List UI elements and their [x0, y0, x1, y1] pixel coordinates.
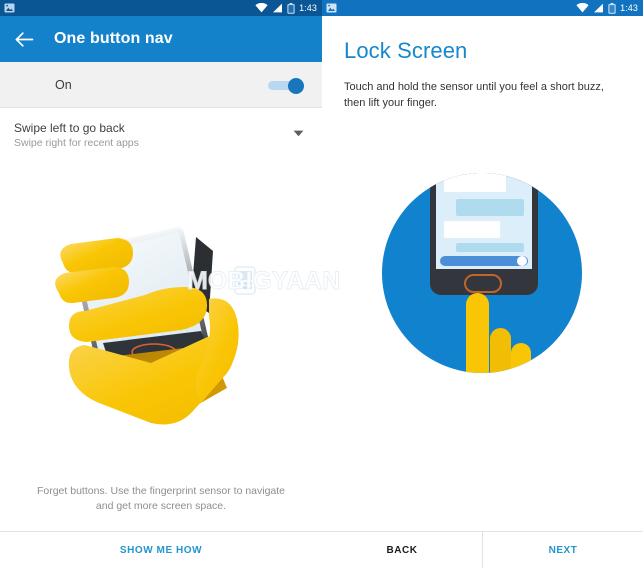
status-bar-system-icons-right: 1:43 [576, 2, 638, 14]
finger-touching-phone-home-button-illustration [322, 150, 643, 420]
signal-icon [272, 3, 283, 13]
show-me-how-button[interactable]: SHOW ME HOW [0, 532, 322, 568]
status-bar-left: 1:43 [0, 0, 322, 16]
status-bar-notifications-right [326, 3, 337, 13]
lock-screen-description: Touch and hold the sensor until you feel… [344, 81, 604, 109]
status-bar-clock: 1:43 [299, 2, 317, 13]
left-phone-screen: 1:43 One button nav On Swipe left to go … [0, 0, 322, 568]
chevron-down-icon[interactable] [293, 130, 304, 137]
swipe-option-subtitle: Swipe right for recent apps [14, 137, 139, 149]
back-button[interactable]: BACK [322, 532, 482, 568]
one-button-nav-toggle-row[interactable]: On [0, 62, 322, 108]
photo-icon [4, 3, 15, 13]
wifi-icon [255, 2, 268, 13]
app-bar: One button nav [0, 16, 322, 62]
right-phone-screen: 1:43 Lock Screen Touch and hold the sens… [322, 0, 643, 568]
right-bottom-bar: BACK NEXT [322, 531, 643, 568]
arrow-left-icon[interactable] [15, 31, 34, 47]
swipe-option-title: Swipe left to go back [14, 121, 125, 135]
left-bottom-bar: SHOW ME HOW [0, 531, 322, 568]
left-caption: Forget buttons. Use the fingerprint sens… [36, 485, 286, 513]
one-button-nav-switch[interactable] [268, 77, 304, 94]
signal-icon [593, 3, 604, 13]
status-bar-clock: 1:43 [620, 2, 638, 13]
lock-screen-title: Lock Screen [344, 38, 468, 63]
swipe-option-texts: Swipe left to go back Swipe right for re… [14, 121, 139, 149]
next-button[interactable]: NEXT [483, 532, 643, 568]
hand-holding-phone-illustration [0, 175, 322, 475]
status-bar-notifications [4, 3, 15, 13]
battery-icon [608, 2, 616, 14]
lock-screen-intro: Lock Screen Touch and hold the sensor un… [322, 16, 643, 112]
page-title: One button nav [54, 30, 173, 47]
photo-icon [326, 3, 337, 13]
swipe-option-row[interactable]: Swipe left to go back Swipe right for re… [0, 108, 322, 161]
status-bar-system-icons: 1:43 [255, 2, 317, 14]
status-bar-right: 1:43 [322, 0, 643, 16]
dual-screenshot-container: 1:43 One button nav On Swipe left to go … [0, 0, 643, 568]
toggle-label: On [55, 77, 72, 92]
wifi-icon [576, 2, 589, 13]
battery-icon [287, 2, 295, 14]
switch-thumb [288, 77, 304, 94]
